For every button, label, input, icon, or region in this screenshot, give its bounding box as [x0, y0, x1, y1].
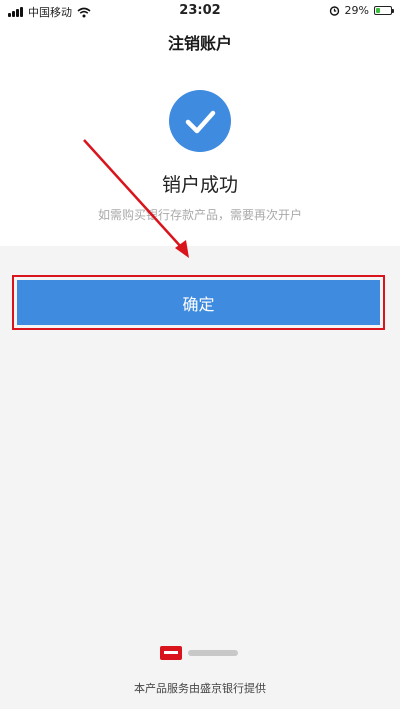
battery-percent: 29%	[344, 4, 369, 17]
bank-logo-wordmark	[188, 650, 238, 656]
result-subtitle: 如需购买银行存款产品，需要再次开户	[97, 208, 302, 222]
bank-logo	[160, 646, 238, 660]
check-icon	[185, 110, 216, 134]
result-title: 销户成功	[161, 174, 238, 196]
footer-provider-text: 本产品服务由盛京银行提供	[134, 682, 266, 695]
alarm-icon	[329, 6, 339, 16]
success-badge	[169, 90, 231, 152]
bank-logo-icon	[160, 646, 182, 660]
battery-fill	[376, 8, 381, 13]
battery-icon	[374, 6, 394, 15]
page-title: 注销账户	[167, 34, 232, 53]
result-panel: 注销账户 销户成功 如需购买银行存款产品，需要再次开户	[0, 22, 400, 246]
status-bar: 中国移动 23:02 29%	[0, 0, 400, 22]
confirm-highlight-box: 确定	[12, 275, 385, 330]
status-right: 29%	[329, 4, 394, 17]
confirm-button[interactable]: 确定	[17, 280, 380, 325]
